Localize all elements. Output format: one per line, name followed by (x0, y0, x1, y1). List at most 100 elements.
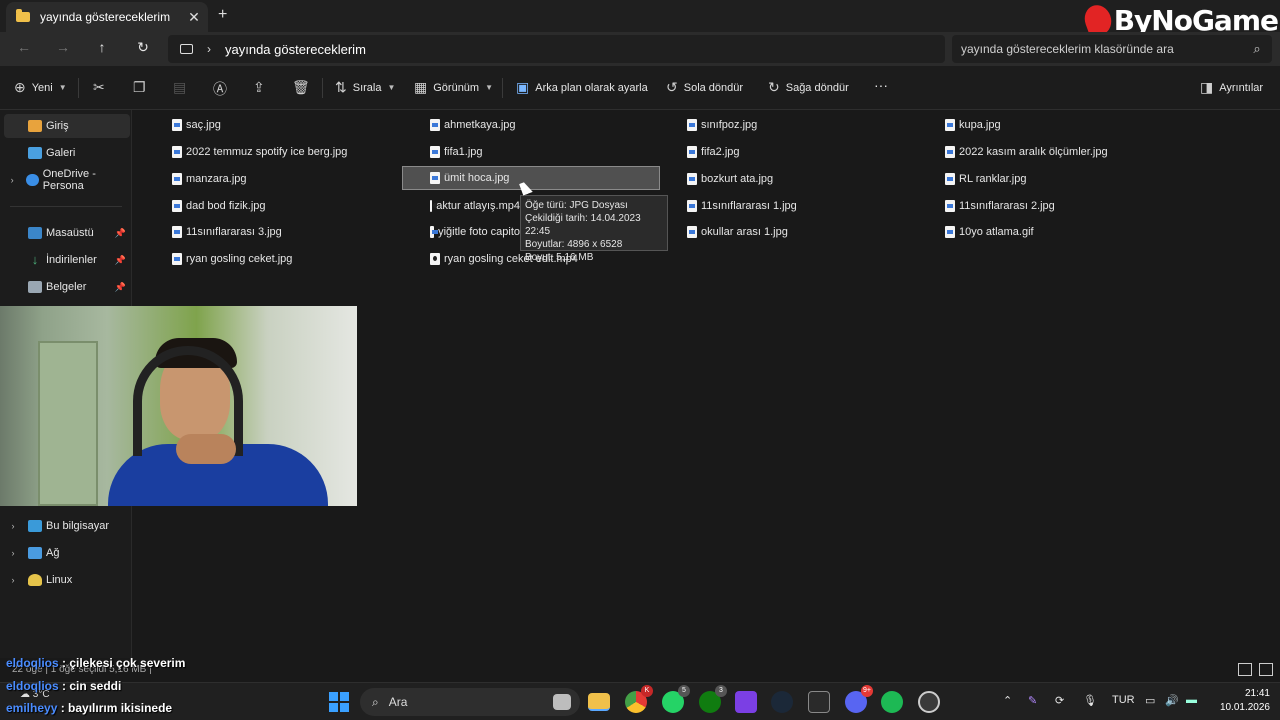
breadcrumb[interactable]: yayında göstereceklerim (225, 42, 366, 57)
file-item[interactable]: fifa2.jpg (685, 140, 941, 164)
file-item[interactable]: dad bod fizik.jpg (170, 194, 426, 218)
chevron-right-icon[interactable]: › (4, 175, 20, 185)
new-button[interactable]: ⊕ Yeni ▼ (14, 79, 67, 96)
file-item[interactable]: kupa.jpg (943, 113, 1199, 137)
file-item[interactable]: okullar arası 1.jpg (685, 220, 941, 244)
file-item[interactable]: 2022 temmuz spotify ice berg.jpg (170, 140, 426, 164)
chevron-right-icon[interactable]: › (4, 521, 22, 531)
details-view-icon[interactable] (1238, 663, 1252, 676)
sidebar-item-home[interactable]: Giriş (4, 114, 130, 138)
rotate-right-button[interactable]: ↻ Sağa döndür (768, 79, 849, 96)
file-item[interactable]: fifa1.jpg (428, 140, 684, 164)
details-label: Ayrıntılar (1219, 81, 1264, 94)
sidebar-item-onedrive[interactable]: › OneDrive - Persona (4, 168, 130, 192)
chrome-icon[interactable]: K (625, 685, 653, 713)
chevron-right-icon[interactable]: › (207, 42, 211, 56)
file-item[interactable]: 11sınıflararası 3.jpg (170, 220, 426, 244)
image-file-icon (172, 200, 182, 212)
delete-button[interactable]: 🗑 (292, 79, 316, 96)
set-background-label: Arka plan olarak ayarla (535, 81, 648, 94)
taskbar: ☁ 3°C ⌕ Ara K 5 3 9+ ⌃ ✎ ⟳ 🎙 TUR ▭ 🔊 ▬ 2… (0, 682, 1280, 720)
rotate-left-button[interactable]: ↺ Sola döndür (666, 79, 743, 96)
view-button[interactable]: ▦ Görünüm ▼ (414, 79, 493, 96)
linux-penguin-icon (28, 574, 42, 586)
start-button[interactable] (329, 692, 349, 712)
up-arrow-icon[interactable]: ↑ (90, 39, 114, 59)
sort-icon: ⇅ (335, 79, 347, 95)
file-item[interactable]: ryan gosling ceket.jpg (170, 247, 426, 271)
network-tray-icon[interactable]: ▭ (1145, 694, 1155, 707)
more-options-button[interactable]: ··· (874, 77, 888, 93)
paste-button[interactable]: ▤ (173, 79, 192, 96)
tab-current-folder[interactable]: yayında göstereceklerim ✕ (6, 2, 208, 32)
file-item[interactable]: 2022 kasım aralık ölçümler.jpg (943, 140, 1199, 164)
tiles-view-icon[interactable] (1259, 663, 1273, 676)
spotify-icon[interactable] (881, 691, 903, 713)
file-item[interactable]: yiğitle foto capito (428, 220, 520, 244)
language-indicator[interactable]: TUR (1112, 694, 1135, 706)
rename-button[interactable]: Ⓐ (213, 79, 233, 99)
file-item[interactable]: saç.jpg (170, 113, 426, 137)
file-item[interactable]: bozkurt ata.jpg (685, 167, 941, 191)
sidebar-item-documents[interactable]: Belgeler 📌 (4, 275, 130, 299)
volume-icon[interactable]: 🔊 (1165, 694, 1179, 707)
epic-games-icon[interactable] (808, 691, 830, 713)
xbox-icon[interactable]: 3 (699, 685, 727, 713)
file-item[interactable]: 11sınıflararası 2.jpg (943, 194, 1199, 218)
discord-badge: 9+ (861, 685, 873, 697)
cut-button[interactable]: ✂ (93, 79, 111, 96)
file-item[interactable]: ahmetkaya.jpg (428, 113, 684, 137)
copy-button[interactable]: ❐ (133, 79, 152, 96)
image-file-icon (687, 226, 697, 238)
details-button[interactable]: ◨ Ayrıntılar (1200, 79, 1263, 96)
monitor-icon (180, 44, 193, 54)
steam-icon[interactable] (771, 691, 793, 713)
battery-icon[interactable]: ▬ (1186, 694, 1197, 706)
task-view-icon[interactable] (553, 694, 571, 710)
chrome-badge: K (641, 685, 653, 697)
chevron-right-icon[interactable]: › (4, 575, 22, 585)
forward-arrow-icon[interactable]: → (51, 39, 75, 59)
refresh-icon[interactable]: ↻ (131, 39, 155, 59)
image-file-icon (945, 200, 955, 212)
pin-icon[interactable]: 📌 (115, 255, 126, 266)
photo-app-icon[interactable] (735, 691, 757, 713)
file-item[interactable]: RL ranklar.jpg (943, 167, 1199, 191)
sidebar-item-network[interactable]: › Ağ (4, 541, 130, 565)
file-item[interactable]: manzara.jpg (170, 167, 426, 191)
chevron-down-icon: ▼ (485, 83, 494, 92)
home-icon (28, 120, 42, 132)
sync-icon[interactable]: ⟳ (1055, 694, 1064, 707)
sort-button[interactable]: ⇅ Sırala ▼ (335, 79, 395, 96)
clock[interactable]: 21:41 10.01.2026 (1210, 687, 1270, 715)
share-button[interactable]: ⇪ (253, 79, 271, 96)
search-input[interactable]: yayında göstereceklerim klasöründe ara ⌕ (952, 35, 1272, 63)
new-tab-button[interactable]: + (218, 6, 227, 24)
file-item[interactable]: aktur atlayış.mp4 (428, 194, 520, 218)
address-bar[interactable]: › yayında göstereceklerim (168, 35, 945, 63)
search-placeholder: yayında göstereceklerim klasöründe ara (961, 42, 1174, 56)
sidebar-item-gallery[interactable]: Galeri (4, 141, 130, 165)
pen-icon[interactable]: ✎ (1028, 694, 1037, 707)
pin-icon[interactable]: 📌 (115, 282, 126, 293)
sidebar-item-label: OneDrive - Persona (42, 168, 96, 192)
taskbar-search[interactable]: ⌕ Ara (360, 688, 580, 716)
sidebar-item-desktop[interactable]: Masaüstü 📌 (4, 221, 130, 245)
sidebar-item-this-pc[interactable]: › Bu bilgisayar (4, 514, 130, 538)
file-item[interactable]: 11sınıflararası 1.jpg (685, 194, 941, 218)
chevron-up-icon[interactable]: ⌃ (1003, 694, 1012, 707)
set-background-button[interactable]: ▣ Arka plan olarak ayarla (516, 79, 648, 96)
sidebar-item-linux[interactable]: › Linux (4, 568, 130, 592)
obs-icon[interactable] (918, 691, 940, 713)
chevron-right-icon[interactable]: › (4, 548, 22, 558)
back-arrow-icon[interactable]: ← (12, 39, 36, 59)
close-tab-button[interactable]: ✕ (180, 9, 208, 26)
file-item[interactable]: 10yo atlama.gif (943, 220, 1199, 244)
sidebar-item-downloads[interactable]: ↓ İndirilenler 📌 (4, 248, 130, 272)
pin-icon[interactable]: 📌 (115, 228, 126, 239)
whatsapp-icon[interactable]: 5 (662, 685, 690, 713)
file-item[interactable]: sınıfpoz.jpg (685, 113, 941, 137)
file-explorer-icon[interactable] (588, 693, 610, 711)
discord-icon[interactable]: 9+ (845, 685, 873, 713)
microphone-icon[interactable]: 🎙 (1083, 694, 1097, 707)
